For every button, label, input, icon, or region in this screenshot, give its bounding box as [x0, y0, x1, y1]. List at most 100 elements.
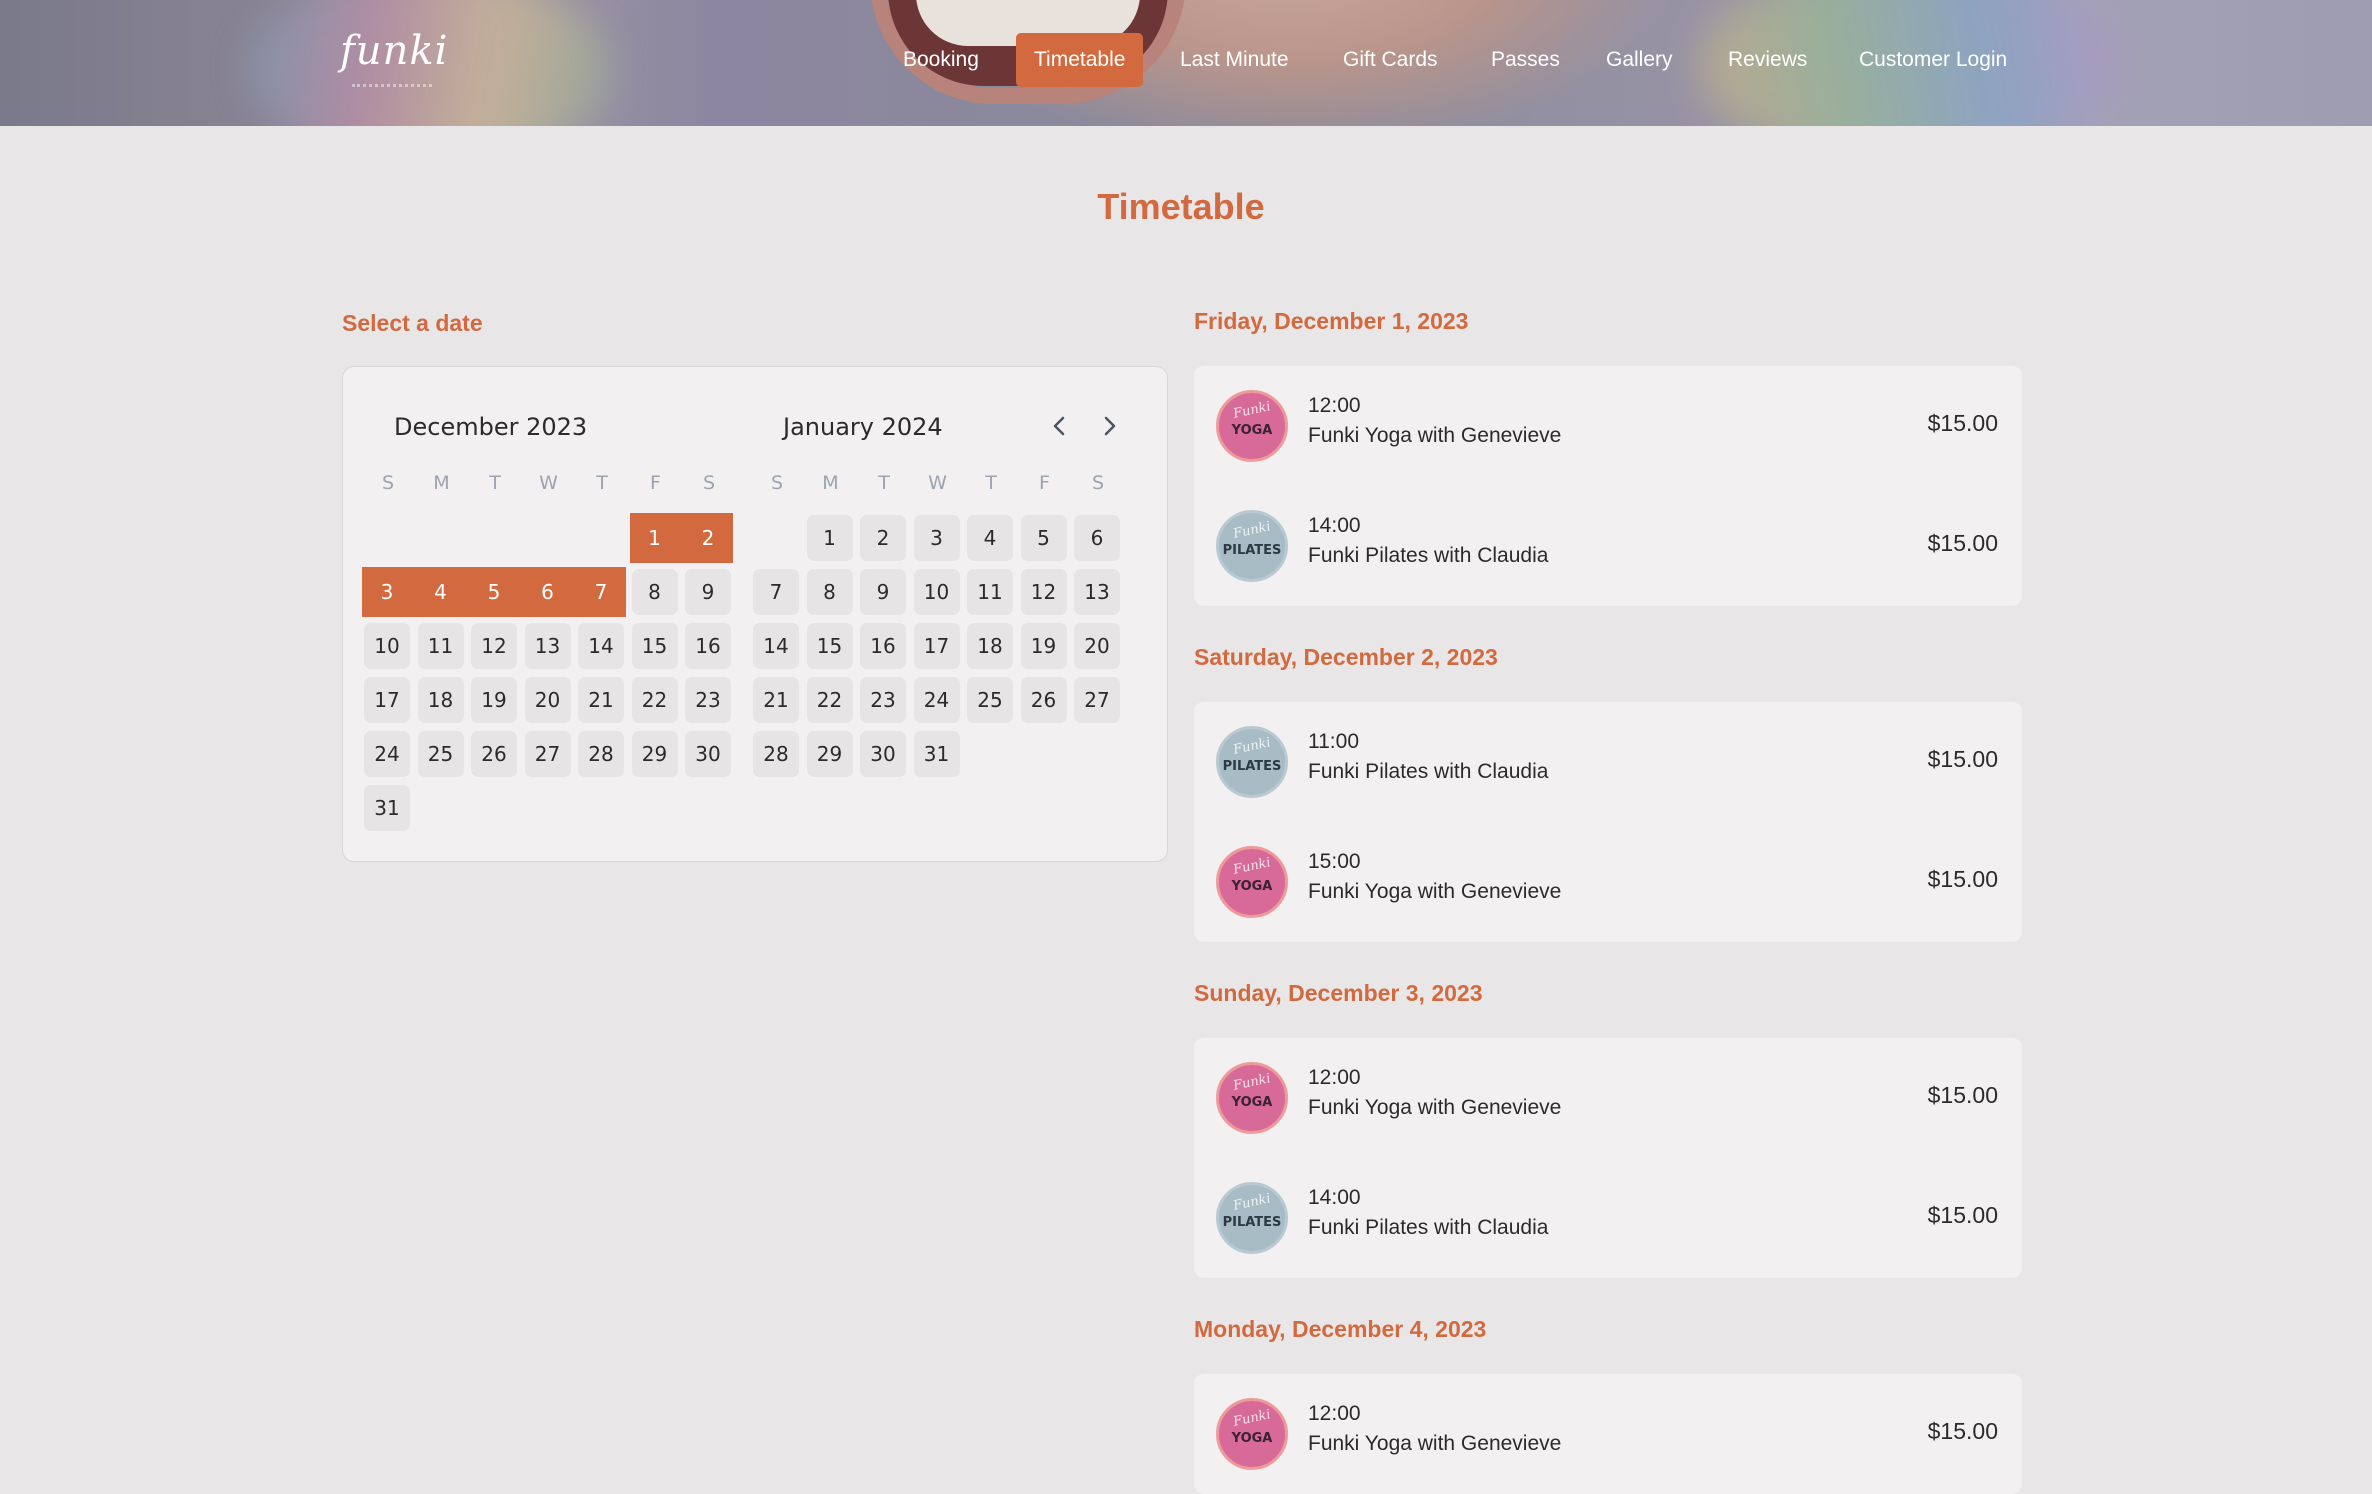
calendar-day[interactable]: 21 — [578, 677, 624, 723]
calendar-day[interactable]: 20 — [524, 677, 571, 723]
calendar-day[interactable]: 11 — [417, 623, 464, 669]
calendar-day[interactable]: 19 — [1020, 623, 1067, 669]
nav-customer-login[interactable]: Customer Login — [1841, 33, 2025, 87]
day-heading: Saturday, December 2, 2023 — [1194, 644, 1498, 670]
nav-gallery[interactable]: Gallery — [1588, 33, 1691, 87]
calendar-day[interactable]: 12 — [1020, 569, 1067, 615]
calendar-day[interactable]: 21 — [753, 677, 799, 723]
yoga-class-icon: Funki YOGA — [1216, 846, 1288, 918]
calendar-day[interactable]: 27 — [524, 731, 571, 777]
nav-passes[interactable]: Passes — [1473, 33, 1578, 87]
calendar-day[interactable]: 1 — [631, 515, 678, 561]
date-picker: December 2023 January 2024 SMTWTFS123456… — [342, 366, 1168, 862]
day-sessions-card: Funki PILATES 11:00 Funki Pilates with Clau… — [1194, 702, 2022, 942]
calendar-day[interactable]: 4 — [967, 515, 1013, 561]
calendar-day[interactable]: 29 — [806, 731, 853, 777]
calendar-day[interactable]: 17 — [364, 677, 410, 723]
calendar-day[interactable]: 30 — [860, 731, 906, 777]
badge-script: Funki — [1231, 735, 1273, 758]
next-month-button[interactable] — [1094, 411, 1124, 441]
session-row[interactable]: Funki YOGA 12:00 Funki Yoga with Genevieve $… — [1194, 1038, 2022, 1158]
calendar-day[interactable]: 11 — [967, 569, 1013, 615]
calendar-day[interactable]: 7 — [753, 569, 799, 615]
calendar-day[interactable]: 6 — [1074, 515, 1120, 561]
calendar-day[interactable]: 4 — [417, 569, 464, 615]
session-price: $15.00 — [1927, 1082, 1998, 1108]
calendar-day[interactable]: 15 — [806, 623, 853, 669]
calendar-day[interactable]: 14 — [753, 623, 799, 669]
calendar-day[interactable]: 22 — [631, 677, 678, 723]
calendar-day[interactable]: 12 — [471, 623, 517, 669]
session-row[interactable]: Funki PILATES 11:00 Funki Pilates with Clau… — [1194, 702, 2022, 822]
calendar-day[interactable]: 16 — [860, 623, 906, 669]
nav-last-minute[interactable]: Last Minute — [1162, 33, 1307, 87]
calendar-day[interactable]: 13 — [1074, 569, 1120, 615]
calendar-day[interactable]: 10 — [913, 569, 960, 615]
calendar-day[interactable]: 7 — [578, 569, 624, 615]
calendar-day[interactable]: 6 — [524, 569, 571, 615]
day-sessions-card: Funki YOGA 12:00 Funki Yoga with Genevieve $… — [1194, 366, 2022, 606]
session-row[interactable]: Funki YOGA 12:00 Funki Yoga with Genevieve $… — [1194, 366, 2022, 486]
calendar-day[interactable]: 23 — [685, 677, 731, 723]
calendar-day[interactable]: 8 — [631, 569, 678, 615]
calendar-day[interactable]: 28 — [578, 731, 624, 777]
calendar-day[interactable]: 29 — [631, 731, 678, 777]
calendar-day[interactable]: 28 — [753, 731, 799, 777]
calendar-day[interactable]: 18 — [417, 677, 464, 723]
calendar-day[interactable]: 5 — [1020, 515, 1067, 561]
session-name: Funki Pilates with Claudia — [1308, 544, 1549, 567]
calendar-day[interactable]: 2 — [860, 515, 906, 561]
session-name: Funki Pilates with Claudia — [1308, 1216, 1549, 1239]
session-row[interactable]: Funki PILATES 14:00 Funki Pilates with Clau… — [1194, 1158, 2022, 1278]
calendar-day[interactable]: 5 — [471, 569, 517, 615]
calendar-day[interactable]: 14 — [578, 623, 624, 669]
nav-reviews[interactable]: Reviews — [1710, 33, 1825, 87]
calendar-day[interactable]: 3 — [913, 515, 960, 561]
badge-word: PILATES — [1222, 759, 1282, 774]
session-time: 15:00 — [1308, 850, 1361, 873]
calendar-day[interactable]: 19 — [471, 677, 517, 723]
calendar-day[interactable]: 30 — [685, 731, 731, 777]
calendar-day[interactable]: 3 — [364, 569, 410, 615]
calendar-day[interactable]: 27 — [1074, 677, 1120, 723]
calendar-day[interactable]: 17 — [913, 623, 960, 669]
calendar-day[interactable]: 20 — [1074, 623, 1120, 669]
session-time: 14:00 — [1308, 1186, 1361, 1209]
weekday-header: S — [381, 472, 395, 494]
calendar-day[interactable]: 13 — [524, 623, 571, 669]
calendar-day[interactable]: 31 — [913, 731, 960, 777]
calendar-day[interactable]: 26 — [471, 731, 517, 777]
calendar-day[interactable]: 23 — [860, 677, 906, 723]
session-row[interactable]: Funki YOGA 15:00 Funki Yoga with Genevieve $… — [1194, 822, 2022, 942]
calendar-day[interactable]: 10 — [364, 623, 410, 669]
calendar-day[interactable]: 24 — [364, 731, 410, 777]
session-row[interactable]: Funki PILATES 14:00 Funki Pilates with Clau… — [1194, 486, 2022, 606]
nav-timetable[interactable]: Timetable — [1016, 33, 1144, 87]
yoga-class-icon: Funki YOGA — [1216, 390, 1288, 462]
badge-word: YOGA — [1231, 879, 1273, 894]
calendar-day[interactable]: 25 — [967, 677, 1013, 723]
calendar-day[interactable]: 24 — [913, 677, 960, 723]
pilates-class-icon: Funki PILATES — [1216, 510, 1288, 582]
calendar-day[interactable]: 25 — [417, 731, 464, 777]
yoga-class-icon: Funki YOGA — [1216, 1398, 1288, 1470]
weekday-header: W — [539, 472, 558, 494]
session-row[interactable]: Funki YOGA 12:00 Funki Yoga with Genevieve $… — [1194, 1374, 2022, 1494]
session-price: $15.00 — [1927, 746, 1998, 772]
calendar-day[interactable]: 16 — [685, 623, 731, 669]
calendar-day[interactable]: 31 — [364, 785, 410, 831]
calendar-day[interactable]: 26 — [1020, 677, 1067, 723]
nav-booking[interactable]: Booking — [885, 33, 997, 87]
calendar-day[interactable]: 1 — [806, 515, 853, 561]
calendar-day[interactable]: 15 — [631, 623, 678, 669]
calendar-day[interactable]: 9 — [685, 569, 731, 615]
prev-month-button[interactable] — [1045, 411, 1075, 441]
calendar-day[interactable]: 8 — [806, 569, 853, 615]
calendar-day[interactable]: 18 — [967, 623, 1013, 669]
calendar-day[interactable]: 2 — [685, 515, 731, 561]
calendar-day[interactable]: 22 — [806, 677, 853, 723]
weekday-header: F — [1039, 472, 1050, 494]
nav-gift-cards[interactable]: Gift Cards — [1325, 33, 1456, 87]
calendar-day[interactable]: 9 — [860, 569, 906, 615]
badge-script: Funki — [1231, 519, 1273, 542]
